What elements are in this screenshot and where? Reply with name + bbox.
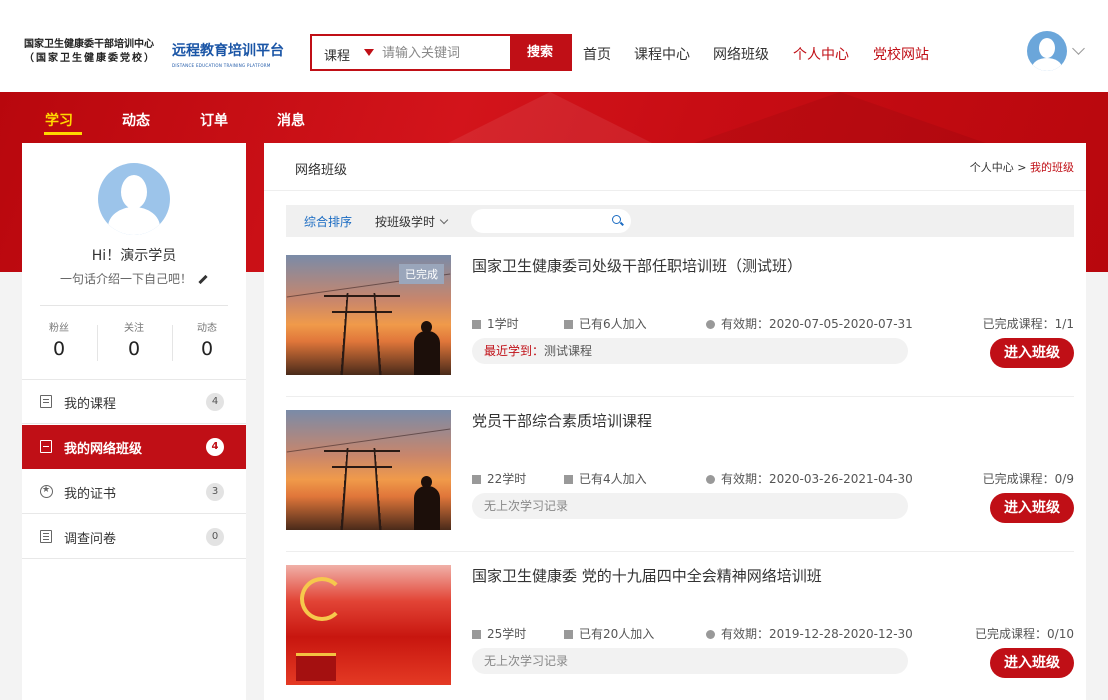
count-badge: 4: [206, 438, 224, 456]
clock-icon: [706, 320, 715, 329]
nav-personal-center[interactable]: 个人中心: [793, 44, 849, 64]
document-icon: [40, 395, 52, 408]
class-validity: 有效期：2019-12-28-2020-12-30: [706, 625, 913, 642]
caret-down-icon[interactable]: [364, 49, 374, 56]
class-validity: 有效期：2020-07-05-2020-07-31: [706, 315, 913, 332]
logo-line2: （国家卫生健康委党校）: [24, 53, 156, 64]
count-badge: 3: [206, 483, 224, 501]
subnav-activity[interactable]: 动态: [122, 110, 150, 130]
sort-default[interactable]: 综合排序: [304, 213, 352, 230]
platform-name-en: DISTANCE EDUCATION TRAINING PLATFORM: [172, 63, 271, 68]
class-search-input[interactable]: [471, 209, 631, 233]
class-validity: 有效期：2020-03-26-2021-04-30: [706, 470, 913, 487]
class-hours: 1学时: [472, 315, 519, 332]
completed-courses: 已完成课程：0/9: [982, 472, 1074, 486]
nav-course-center[interactable]: 课程中心: [634, 44, 690, 64]
search-icon[interactable]: [612, 215, 621, 224]
recent-study: 无上次学习记录: [472, 648, 908, 674]
search-category-select[interactable]: 课程: [324, 45, 350, 64]
nav-online-class[interactable]: 网络班级: [713, 44, 769, 64]
search-button[interactable]: 搜索: [510, 36, 570, 69]
completed-courses: 已完成课程：0/10: [975, 627, 1074, 641]
users-icon: [564, 630, 573, 639]
star-icon: ★: [40, 485, 53, 498]
sidebar-item-survey[interactable]: 调查问卷 0: [22, 515, 246, 559]
divider: [40, 305, 228, 306]
class-thumbnail[interactable]: [286, 410, 451, 530]
subnav-orders[interactable]: 订单: [200, 110, 228, 130]
search-box: 课程 搜索: [310, 34, 572, 71]
subnav-study[interactable]: 学习: [45, 110, 73, 130]
filter-bar: 综合排序 按班级学时: [286, 205, 1074, 237]
profile-sidebar: Hi！演示学员 一句话介绍一下自己吧！ 粉丝 0 关注 0 动态 0 我的课程 …: [22, 143, 246, 700]
book-icon: [40, 440, 52, 453]
class-hours: 25学时: [472, 625, 526, 642]
count-badge: 4: [206, 393, 224, 411]
completed-tag: 已完成: [399, 264, 444, 284]
profile-intro[interactable]: 一句话介绍一下自己吧！: [22, 270, 246, 287]
class-card: 已完成 国家卫生健康委司处级干部任职培训班（测试班） 1学时 已有6人加入 有效…: [286, 245, 1074, 397]
class-joined: 已有6人加入: [564, 315, 647, 332]
chevron-down-icon: [439, 215, 449, 225]
platform-name: 远程教育培训平台: [172, 43, 284, 59]
chart-icon: [472, 320, 481, 329]
class-title[interactable]: 国家卫生健康委司处级干部任职培训班（测试班）: [472, 255, 802, 276]
page-title: 网络班级: [295, 163, 348, 178]
class-title[interactable]: 党员干部综合素质培训课程: [472, 410, 652, 431]
breadcrumb: 个人中心 > 我的班级: [969, 161, 1074, 174]
top-header: 国家卫生健康委干部培训中心 （国家卫生健康委党校） 远程教育培训平台 DISTA…: [0, 0, 1108, 92]
clock-icon: [706, 630, 715, 639]
user-avatar[interactable]: [1027, 31, 1067, 71]
class-thumbnail[interactable]: [286, 565, 451, 685]
enter-class-button[interactable]: 进入班级: [990, 338, 1074, 368]
count-badge: 0: [206, 528, 224, 546]
profile-avatar[interactable]: [98, 163, 170, 235]
party-emblem-icon: [300, 577, 344, 621]
enter-class-button[interactable]: 进入班级: [990, 493, 1074, 523]
class-title[interactable]: 国家卫生健康委 党的十九届四中全会精神网络培训班: [472, 565, 822, 586]
logo-line1: 国家卫生健康委干部培训中心: [24, 39, 154, 50]
search-input[interactable]: [382, 42, 510, 64]
main-panel: 网络班级 个人中心 > 我的班级 综合排序 按班级学时 已完成 国家卫生健康委司…: [264, 143, 1086, 700]
class-thumbnail[interactable]: 已完成: [286, 255, 451, 375]
nav-home[interactable]: 首页: [583, 44, 611, 64]
recent-study[interactable]: 最近学到：测试课程: [472, 338, 908, 364]
class-card: 党员干部综合素质培训课程 22学时 已有4人加入 有效期：2020-03-26-…: [286, 400, 1074, 552]
class-hours: 22学时: [472, 470, 526, 487]
recent-study: 无上次学习记录: [472, 493, 908, 519]
class-joined: 已有4人加入: [564, 470, 647, 487]
users-icon: [564, 475, 573, 484]
subnav-messages[interactable]: 消息: [277, 110, 305, 130]
edit-pencil-icon[interactable]: [198, 274, 208, 285]
chart-icon: [472, 630, 481, 639]
breadcrumb-current: 我的班级: [1030, 161, 1074, 174]
clock-icon: [706, 475, 715, 484]
breadcrumb-root[interactable]: 个人中心: [970, 161, 1014, 174]
org-logo[interactable]: 国家卫生健康委干部培训中心 （国家卫生健康委党校）: [24, 38, 156, 66]
stat-fans[interactable]: 粉丝 0: [24, 319, 94, 360]
list-icon: [40, 530, 52, 543]
enter-class-button[interactable]: 进入班级: [990, 648, 1074, 678]
platform-logo[interactable]: 远程教育培训平台 DISTANCE EDUCATION TRAINING PLA…: [172, 40, 284, 68]
class-card: 国家卫生健康委 党的十九届四中全会精神网络培训班 25学时 已有20人加入 有效…: [286, 555, 1074, 700]
completed-courses: 已完成课程：1/1: [982, 317, 1074, 331]
stat-following[interactable]: 关注 0: [99, 319, 169, 360]
sort-by-hours[interactable]: 按班级学时: [375, 213, 449, 230]
users-icon: [564, 320, 573, 329]
active-tab-indicator: [44, 132, 82, 135]
nav-party-school[interactable]: 党校网站: [873, 44, 929, 64]
stat-activity[interactable]: 动态 0: [172, 319, 242, 360]
sidebar-item-my-certificates[interactable]: ★ 我的证书 3: [22, 470, 246, 514]
profile-greeting: Hi！演示学员: [91, 248, 177, 264]
class-joined: 已有20人加入: [564, 625, 654, 642]
chevron-down-icon[interactable]: [1072, 42, 1085, 55]
sidebar-item-my-online-classes[interactable]: 我的网络班级 4: [22, 425, 246, 469]
sidebar-item-my-courses[interactable]: 我的课程 4: [22, 380, 246, 424]
chart-icon: [472, 475, 481, 484]
